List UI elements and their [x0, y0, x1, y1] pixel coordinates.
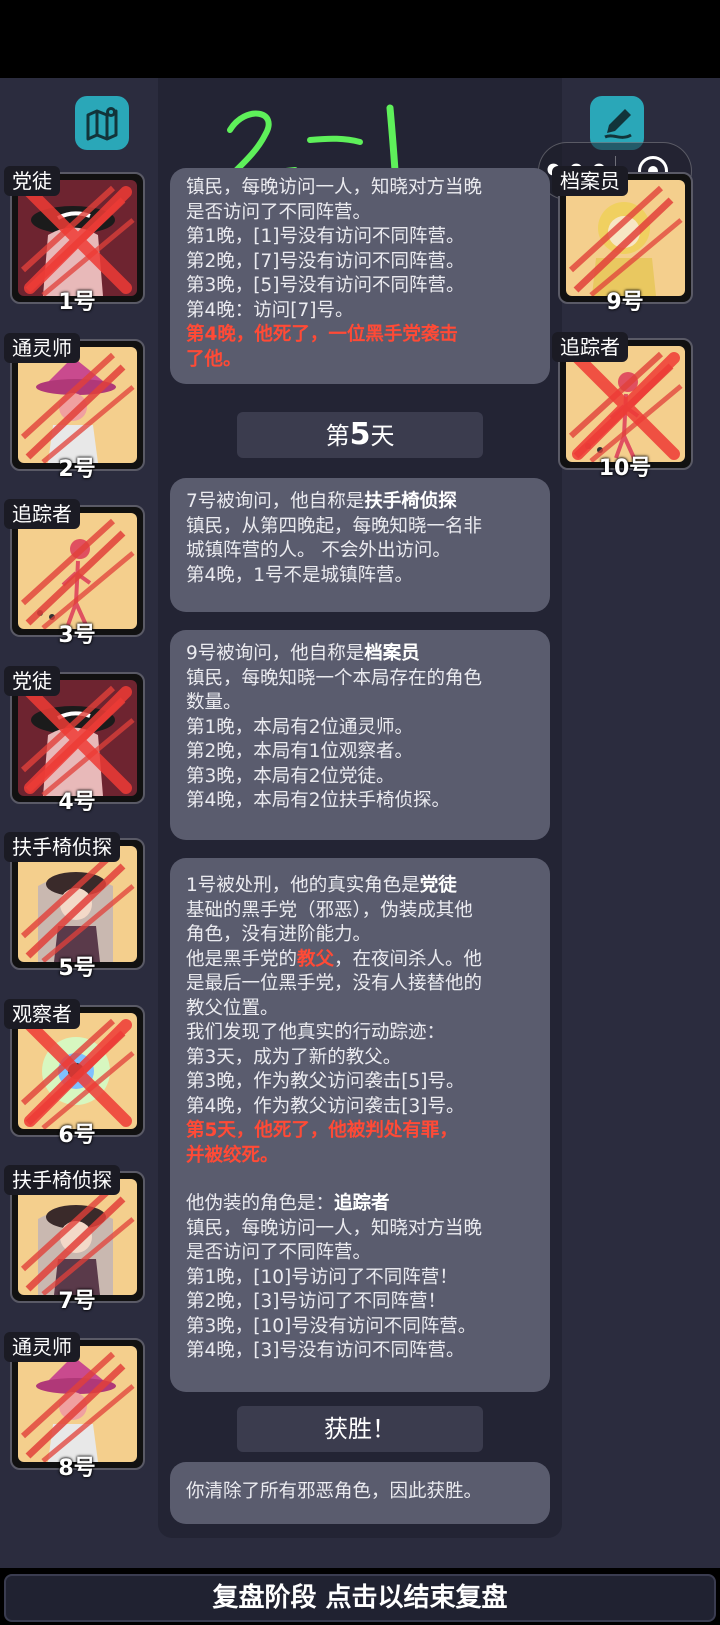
card-line: 数量。	[186, 692, 242, 713]
card-intro: 7号被询问，他自称是	[186, 491, 365, 512]
player-card-left-2[interactable]: 通灵师 2号	[2, 332, 145, 483]
player-number: 6号	[58, 1122, 96, 1148]
trace-line: 第3天，成为了新的教父。	[186, 1046, 402, 1068]
card-line: 第1晚，本局有2位通灵师。	[186, 716, 414, 738]
role-tag: 党徒	[4, 166, 60, 196]
role-tag: 扶手椅侦探	[4, 832, 120, 862]
role-tag: 追踪者	[4, 499, 80, 529]
map-icon	[86, 107, 118, 141]
player-number: 7号	[58, 1289, 96, 1314]
card-line: 第4晚，[3]号没有访问不同阵营。	[186, 1340, 465, 1361]
card-line: 第4晚，1号不是城镇阵营。	[186, 564, 414, 586]
card-line: 第2晚，本局有1位观察者。	[186, 741, 414, 762]
card-line: 是否访问了不同阵营。	[186, 201, 372, 223]
claimed-role: 扶手椅侦探	[364, 491, 457, 512]
pen-icon	[604, 109, 632, 139]
card-line: 是否访问了不同阵营。	[186, 1242, 372, 1263]
true-role: 党徒	[419, 875, 457, 896]
event-card: 9号被询问，他自称是档案员 镇民，每晚知晓一个本局存在的角色 数量。 第1晚，本…	[170, 630, 550, 840]
role-highlight: 教父	[297, 948, 335, 970]
card-line: 第4晚，本局有2位扶手椅侦探。	[186, 790, 451, 811]
card-line: 教父位置。	[186, 997, 279, 1019]
card-line: 第2晚，[3]号访问了不同阵营！	[186, 1291, 446, 1312]
player-card-right-2[interactable]: 追踪者 10号	[550, 332, 693, 482]
player-number: 4号	[58, 789, 96, 815]
card-line: 第1晚，[1]号没有访问不同阵营。	[186, 226, 465, 247]
player-number: 9号	[606, 290, 644, 315]
claimed-role: 档案员	[364, 643, 420, 664]
death-note: 并被绞死。	[186, 1144, 279, 1166]
card-line: 是最后一位黑手党，没有人接替他的	[186, 973, 483, 994]
event-card: 镇民，每晚访问一人，知晓对方当晚 是否访问了不同阵营。 第1晚，[1]号没有访问…	[170, 168, 550, 384]
event-card: 1号被处刑，他的真实角色是党徒 基础的黑手党（邪恶），伪装成其他 角色，没有进阶…	[170, 858, 550, 1392]
death-note: 第5天，他死了，他被判处有罪，	[186, 1120, 458, 1141]
player-number: 10号	[598, 456, 652, 481]
role-tag: 通灵师	[4, 332, 80, 363]
event-card: 7号被询问，他自称是扶手椅侦探 镇民，从第四晚起，每晚知晓一名非 城镇阵营的人。…	[170, 478, 550, 612]
card-line: 他是黑手党的	[186, 948, 298, 970]
player-card-left-6[interactable]: 观察者 6号	[2, 998, 145, 1149]
player-number: 3号	[58, 623, 96, 648]
card-line: 镇民，每晚访问一人，知晓对方当晚	[186, 1217, 483, 1239]
role-tag: 党徒	[4, 665, 60, 696]
role-tag: 观察者	[4, 998, 80, 1029]
player-card-left-3[interactable]: 追踪者 3号	[2, 499, 145, 649]
map-button[interactable]	[75, 96, 129, 150]
player-card-left-5[interactable]: 扶手椅侦探 5号	[2, 832, 145, 982]
card-line: 我们发现了他真实的行动踪迹：	[186, 1022, 446, 1043]
player-number: 1号	[58, 290, 96, 315]
card-line: 镇民，每晚知晓一个本局存在的角色	[186, 667, 483, 689]
role-tag: 扶手椅侦探	[4, 1165, 120, 1195]
player-number: 8号	[58, 1455, 96, 1481]
card-line: 镇民，每晚访问一人，知晓对方当晚	[186, 177, 483, 198]
player-card-left-7[interactable]: 扶手椅侦探 7号	[2, 1165, 145, 1315]
day-suffix: 天	[370, 422, 395, 450]
card-intro: 他伪装的角色是：	[186, 1193, 335, 1214]
card-line: 镇民，从第四晚起，每晚知晓一名非	[186, 515, 483, 537]
role-tag: 档案员	[552, 166, 628, 196]
card-line: 第2晚，[7]号没有访问不同阵营。	[186, 250, 465, 272]
trace-line: 第4晚，作为教父访问袭击[3]号。	[186, 1095, 465, 1117]
day-number: 5	[349, 417, 371, 452]
card-line: 角色，没有进阶能力。	[186, 924, 372, 945]
card-intro: 1号被处刑，他的真实角色是	[186, 875, 420, 896]
player-card-left-8[interactable]: 通灵师 8号	[2, 1331, 145, 1482]
card-line: 第3晚，[10]号没有访问不同阵营。	[186, 1315, 477, 1337]
player-card-right-1[interactable]: 档案员 9号	[550, 166, 693, 316]
death-note: 了他。	[186, 348, 242, 370]
card-line: 基础的黑手党（邪恶），伪装成其他	[186, 899, 473, 921]
end-review-button[interactable]: 复盘阶段 点击以结束复盘	[4, 1574, 716, 1622]
disguise-role: 追踪者	[334, 1193, 390, 1214]
role-tag: 通灵师	[4, 1331, 80, 1362]
player-card-left-1[interactable]: 党徒 1号	[2, 166, 145, 316]
card-line: 城镇阵营的人。 不会外出访问。	[186, 540, 451, 561]
player-number: 2号	[58, 456, 96, 482]
death-note: 第4晚，他死了，一位黑手党袭击	[186, 324, 458, 345]
card-intro: 9号被询问，他自称是	[186, 643, 365, 664]
victory-divider: 获胜！	[237, 1406, 483, 1452]
card-line: 第3晚，[5]号没有访问不同阵营。	[186, 275, 465, 296]
card-line: 第3晚，本局有2位党徒。	[186, 765, 395, 787]
player-number: 5号	[58, 956, 96, 981]
trace-line: 第3晚，作为教父访问袭击[5]号。	[186, 1071, 465, 1092]
day-prefix: 第	[325, 422, 350, 450]
player-card-left-4[interactable]: 党徒 4号	[2, 665, 145, 816]
victory-text: 你清除了所有邪恶角色，因此获胜。	[186, 1481, 483, 1502]
day-divider: 第5天	[237, 412, 483, 458]
role-tag: 追踪者	[552, 332, 628, 362]
card-line: 第4晚：访问[7]号。	[186, 299, 354, 321]
card-line: 第1晚，[10]号访问了不同阵营！	[186, 1266, 458, 1288]
card-line: ，在夜间杀人。他	[334, 948, 483, 970]
event-card: 你清除了所有邪恶角色，因此获胜。	[170, 1462, 550, 1524]
